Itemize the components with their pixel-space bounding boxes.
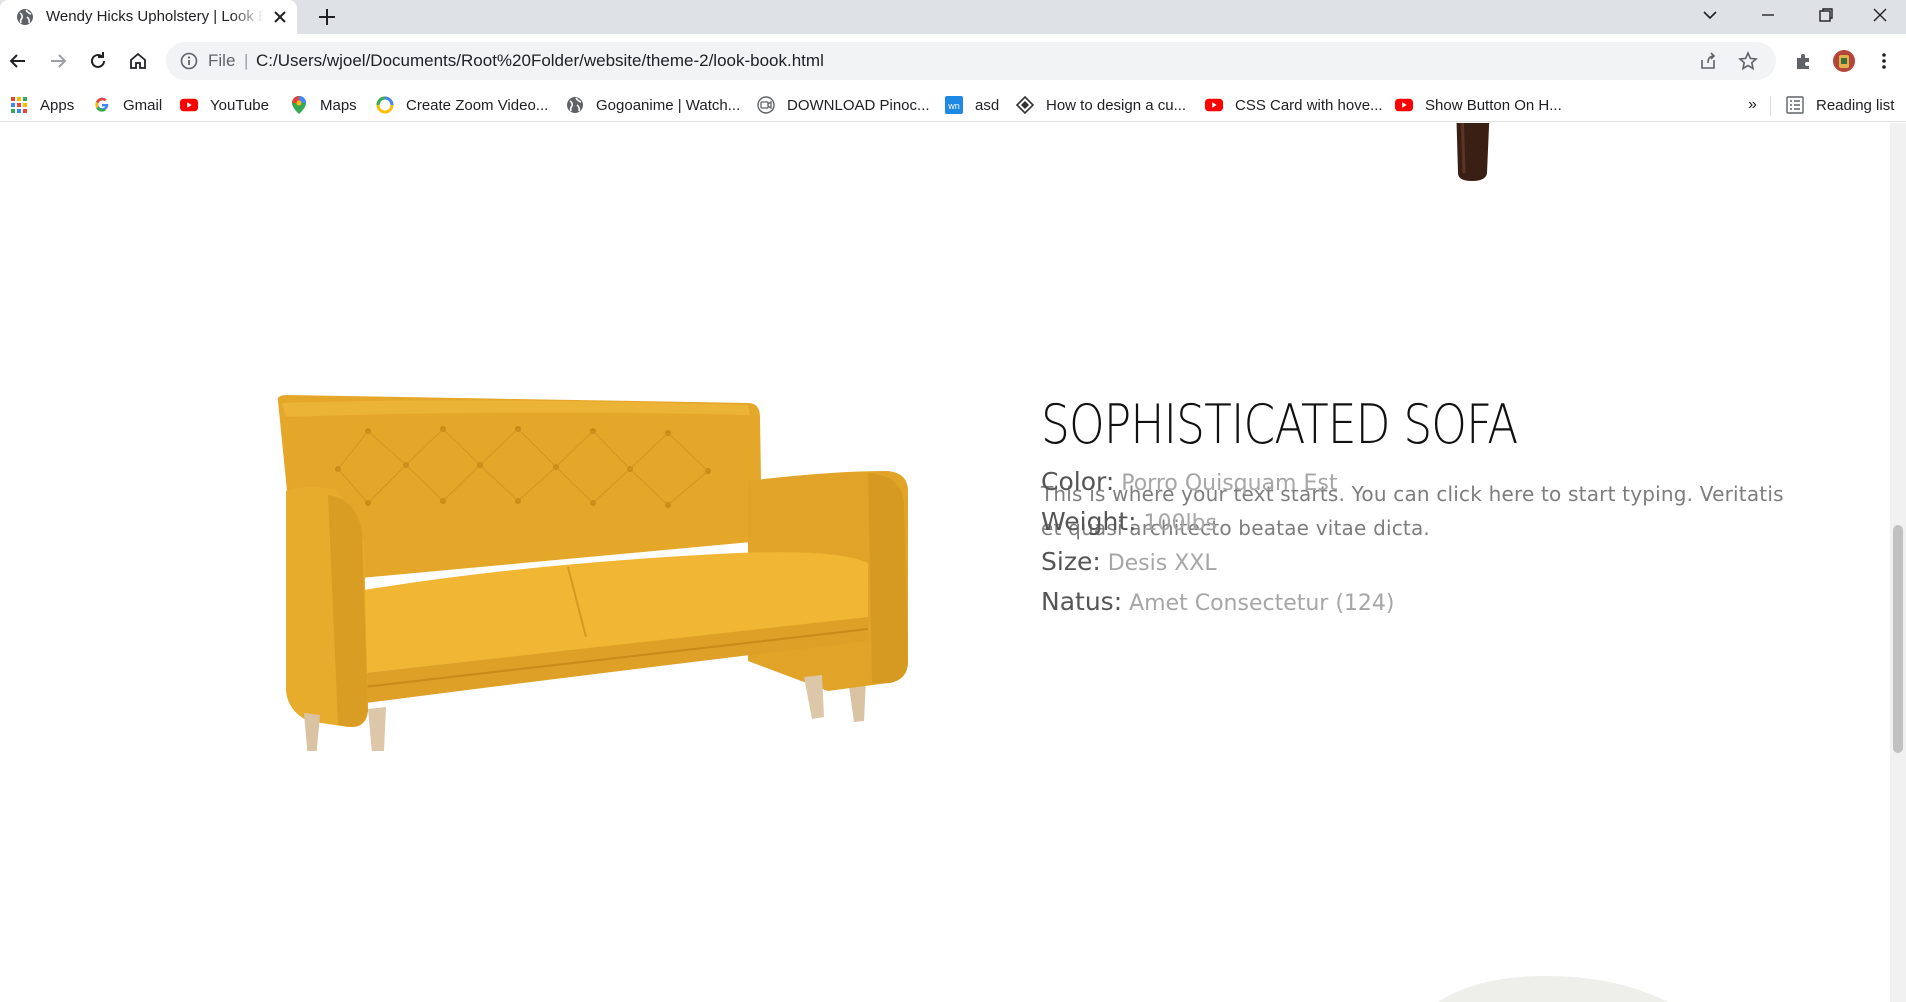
bookmark-asd[interactable]: wn asd: [945, 94, 999, 116]
page-content: SOPHISTICATED SOFA This is where your te…: [0, 123, 1890, 1002]
minimize-icon[interactable]: [1748, 0, 1788, 30]
home-icon: [130, 52, 146, 69]
wn-icon: wn: [945, 96, 963, 114]
tab-strip: Wendy Hicks Upholstery | Look Book: [0, 0, 1906, 34]
address-bar[interactable]: File | C:/Users/wjoel/Documents/Root%20F…: [166, 42, 1776, 80]
arrow-left-icon: [9, 54, 25, 68]
extensions-button[interactable]: [1790, 47, 1818, 75]
bookmark-gogoanime[interactable]: Gogoanime | Watch...: [566, 94, 740, 116]
overflow-chevron-icon: »: [1748, 96, 1757, 113]
bookmark-gmail[interactable]: Gmail: [93, 94, 162, 116]
reading-list-button[interactable]: Reading list: [1786, 94, 1894, 116]
spec-value: 100lbs: [1143, 511, 1218, 536]
colorful-swirl-icon: [376, 96, 394, 114]
globe-icon: [566, 96, 584, 114]
product-title: SOPHISTICATED SOFA: [1041, 393, 1518, 456]
reload-button[interactable]: [84, 47, 112, 75]
sofa-image: [277, 395, 908, 751]
scrollbar-thumb[interactable]: [1893, 525, 1903, 753]
bookmark-label: YouTube: [210, 96, 269, 114]
apps-grid-icon: [10, 96, 28, 114]
menu-button[interactable]: [1870, 47, 1898, 75]
bookmark-label: Maps: [320, 96, 357, 114]
spec-value: Porro Quisquam Est: [1121, 471, 1338, 496]
next-item-image: [1438, 975, 1668, 1002]
spec-value: Desis XXL: [1107, 551, 1217, 576]
spec-weight: Weight: 100lbs: [1041, 507, 1217, 539]
spec-value: Amet Consectetur (124): [1129, 591, 1395, 616]
spec-label: Natus:: [1041, 587, 1123, 616]
furniture-leg-image: [1456, 123, 1490, 181]
reading-list-label: Reading list: [1816, 96, 1895, 114]
forward-button[interactable]: [44, 47, 72, 75]
bookmark-show-button[interactable]: Show Button On H...: [1395, 94, 1562, 116]
avatar: [1833, 50, 1855, 72]
bookmark-label: Apps: [40, 96, 75, 114]
bookmark-css-card[interactable]: CSS Card with hove...: [1205, 94, 1383, 116]
bookmark-label: DOWNLOAD Pinoc...: [787, 96, 930, 114]
url-text[interactable]: C:/Users/wjoel/Documents/Root%20Folder/w…: [256, 51, 824, 71]
bookmark-label: Create Zoom Video...: [406, 96, 549, 114]
bookmark-label: CSS Card with hove...: [1235, 96, 1383, 114]
restore-icon[interactable]: [1806, 0, 1846, 30]
vertical-scrollbar[interactable]: [1890, 123, 1906, 1002]
url-scheme: File: [208, 51, 236, 70]
kebab-menu-icon: [1882, 53, 1886, 69]
tab-title: Wendy Hicks Upholstery | Look Book: [46, 8, 264, 25]
bookmark-youtube[interactable]: YouTube: [180, 94, 269, 116]
bookmarks-bar: Apps Gmail YouTube Maps Create Zoom Vide…: [0, 88, 1906, 122]
bookmark-label: asd: [975, 96, 1000, 114]
browser-toolbar: File | C:/Users/wjoel/Documents/Root%20F…: [0, 34, 1906, 88]
spec-label: Size:: [1041, 547, 1101, 576]
bookmark-maps[interactable]: Maps: [290, 94, 357, 116]
svg-text:wn: wn: [947, 101, 960, 111]
bookmark-label: Show Button On H...: [1425, 96, 1562, 114]
back-button[interactable]: [4, 47, 32, 75]
tab-active[interactable]: Wendy Hicks Upholstery | Look Book: [0, 0, 297, 34]
video-camera-icon: [757, 96, 775, 114]
url-separator: |: [244, 51, 249, 70]
window-close-icon[interactable]: [1860, 0, 1900, 30]
bookmark-apps[interactable]: Apps: [10, 94, 74, 116]
bookmark-label: Gmail: [123, 96, 163, 114]
diamond-icon: [1016, 96, 1034, 114]
globe-icon: [17, 9, 33, 25]
bookmark-star-icon[interactable]: [1738, 51, 1758, 71]
reload-icon: [91, 52, 105, 68]
bookmark-download[interactable]: DOWNLOAD Pinoc...: [757, 94, 930, 116]
bookmark-zoom[interactable]: Create Zoom Video...: [376, 94, 548, 116]
youtube-icon: [1395, 96, 1413, 114]
youtube-icon: [180, 96, 198, 114]
spec-label: Weight:: [1041, 507, 1137, 536]
info-icon[interactable]: [180, 52, 198, 70]
spec-color: Color: Porro Quisquam Est: [1041, 467, 1337, 499]
share-icon[interactable]: [1698, 51, 1718, 71]
puzzle-icon: [1797, 54, 1809, 69]
new-tab-icon[interactable]: [316, 6, 338, 28]
google-icon: [93, 96, 111, 114]
reading-list-icon: [1786, 96, 1804, 114]
bookmark-label: How to design a cu...: [1046, 96, 1187, 114]
close-icon[interactable]: [271, 8, 289, 26]
divider: [1770, 96, 1771, 116]
tab-search-icon[interactable]: [1690, 0, 1730, 30]
spec-size: Size: Desis XXL: [1041, 547, 1217, 579]
bookmark-label: Gogoanime | Watch...: [596, 96, 741, 114]
home-button[interactable]: [124, 47, 152, 75]
furniture-leg-image: [1250, 123, 1280, 143]
spec-natus: Natus: Amet Consectetur (124): [1041, 587, 1395, 619]
arrow-right-icon: [51, 54, 67, 68]
maps-pin-icon: [290, 96, 308, 114]
bookmarks-overflow-button[interactable]: »: [1748, 94, 1757, 116]
youtube-icon: [1205, 96, 1223, 114]
bookmark-design[interactable]: How to design a cu...: [1016, 94, 1186, 116]
profile-avatar[interactable]: [1830, 47, 1858, 75]
spec-label: Color:: [1041, 467, 1115, 496]
